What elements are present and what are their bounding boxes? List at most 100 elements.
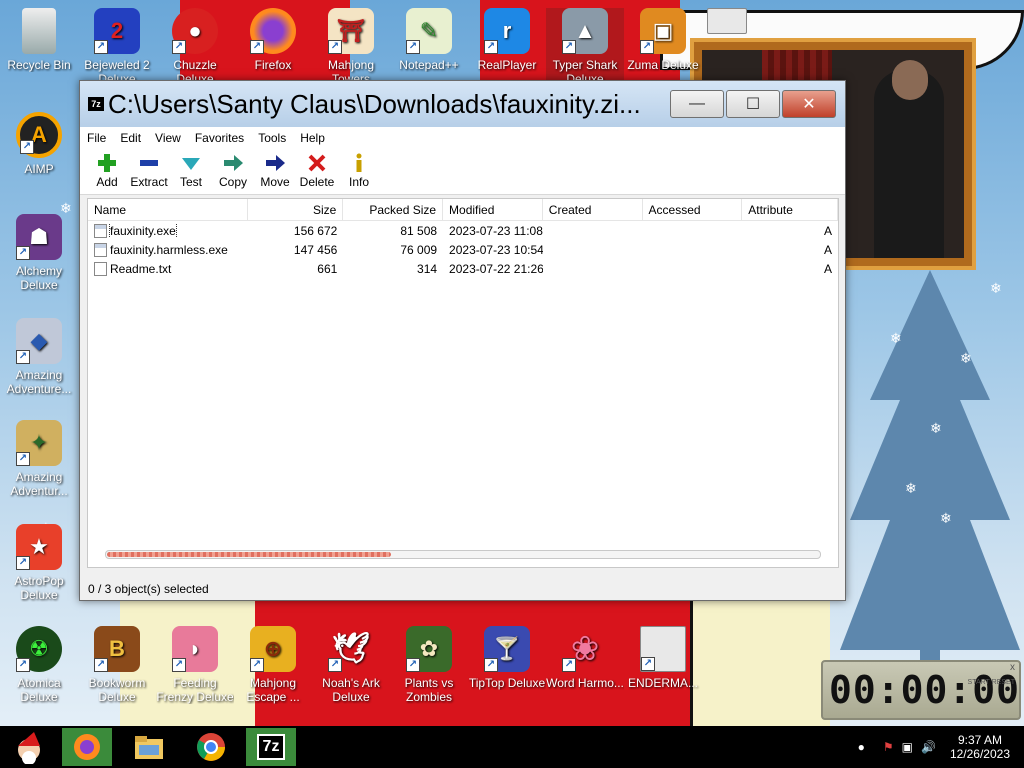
- chrome-icon: [197, 733, 225, 761]
- file-size: 156 672: [293, 223, 338, 238]
- desktop-icon-feeding-frenzy[interactable]: ◗ ↗ Feeding Frenzy Deluxe: [156, 626, 234, 704]
- snowflake: ❄: [940, 510, 952, 526]
- flag-icon[interactable]: ⚑: [883, 740, 894, 754]
- timer-close-icon[interactable]: x: [1010, 662, 1015, 673]
- file-name: fauxinity.harmless.exe: [110, 242, 228, 257]
- status-bar: 0 / 3 object(s) selected: [88, 582, 209, 596]
- desktop-icon-enderma-top[interactable]: [702, 8, 752, 38]
- taskbar-7zip[interactable]: 7z: [246, 728, 296, 766]
- desktop-icon-enderma[interactable]: ↗ ENDERMA...: [624, 626, 702, 690]
- file-attribute: A: [823, 261, 832, 276]
- menu-help[interactable]: Help: [293, 131, 332, 145]
- taskbar-file-explorer[interactable]: [124, 728, 174, 766]
- astropop-icon: ★ ↗: [16, 524, 62, 570]
- column-header-packed-size[interactable]: Packed Size: [343, 199, 444, 220]
- menu-favorites[interactable]: Favorites: [188, 131, 251, 145]
- desktop-icon-notepadpp[interactable]: ✎ ↗ Notepad++: [390, 8, 468, 72]
- taskbar-firefox[interactable]: [62, 728, 112, 766]
- menu-tools[interactable]: Tools: [251, 131, 293, 145]
- column-header-created[interactable]: Created: [543, 199, 643, 220]
- test-button[interactable]: Test: [170, 149, 212, 189]
- horizontal-scrollbar[interactable]: [105, 550, 821, 559]
- mahjong-tile-icon: ⊕ ↗: [250, 626, 296, 672]
- column-header-accessed[interactable]: Accessed: [643, 199, 743, 220]
- notification-dot-icon[interactable]: ●: [858, 740, 865, 754]
- move-button[interactable]: Move: [254, 149, 296, 189]
- sevenzip-app-icon: 7z: [88, 97, 104, 111]
- flower-icon: ✿ ↗: [406, 626, 452, 672]
- table-row[interactable]: fauxinity.harmless.exe 147 456 76 009 20…: [88, 240, 838, 259]
- system-tray: ● ⚑ ▣ 🔊 9:37 AM 12/26/2023: [858, 726, 1010, 768]
- table-row[interactable]: Readme.txt 661 314 2023-07-22 21:26 A: [88, 259, 838, 278]
- maximize-button[interactable]: ☐: [726, 90, 780, 118]
- exe-file-icon: [94, 242, 107, 257]
- close-button[interactable]: ✕: [782, 90, 836, 118]
- desktop-icon-aimp[interactable]: A ↗ AIMP: [0, 112, 78, 176]
- table-row[interactable]: fauxinity.exe 156 672 81 508 2023-07-23 …: [88, 221, 838, 240]
- desktop-icon-recycle-bin[interactable]: Recycle Bin: [0, 8, 78, 72]
- scrollbar-thumb[interactable]: [107, 552, 391, 557]
- column-header-modified[interactable]: Modified: [443, 199, 543, 220]
- menu-view[interactable]: View: [148, 131, 188, 145]
- desktop-icon-alchemy[interactable]: ☗ ↗ Alchemy Deluxe: [0, 214, 78, 292]
- add-button[interactable]: Add: [86, 149, 128, 189]
- fish-icon: ◗ ↗: [172, 626, 218, 672]
- snowflake: ❄: [930, 420, 942, 436]
- desktop-icon-typer-shark[interactable]: ▲ ↗ Typer Shark Deluxe: [546, 8, 624, 86]
- column-header-attribute[interactable]: Attribute: [742, 199, 838, 220]
- file-list[interactable]: Name Size Packed Size Modified Created A…: [87, 198, 839, 568]
- desktop-icon-chuzzle[interactable]: ● ↗ Chuzzle Deluxe: [156, 8, 234, 86]
- text-file-icon: [94, 261, 107, 276]
- countdown-timer-widget[interactable]: 00:00:00 START RESET x: [821, 660, 1021, 720]
- plus-icon: [86, 151, 128, 175]
- info-icon: [338, 151, 380, 175]
- compass-icon: ✦ ↗: [16, 420, 62, 466]
- copy-button[interactable]: Copy: [212, 149, 254, 189]
- file-modified: 2023-07-22 21:26: [449, 261, 543, 276]
- file-attribute: A: [823, 242, 832, 257]
- start-button[interactable]: [4, 728, 54, 766]
- desktop-icon-bejeweled[interactable]: 2 ↗ Bejeweled 2 Deluxe: [78, 8, 156, 86]
- desktop-icon-mahjong-escape[interactable]: ⊕ ↗ Mahjong Escape ...: [234, 626, 312, 704]
- info-button[interactable]: Info: [338, 149, 380, 189]
- minimize-button[interactable]: —: [670, 90, 724, 118]
- extract-button[interactable]: Extract: [128, 149, 170, 189]
- santa-icon: [18, 732, 40, 764]
- desktop-icon-amazing-adventures-1[interactable]: ◆ ↗ Amazing Adventure...: [0, 318, 78, 396]
- menu-file[interactable]: File: [80, 131, 113, 145]
- column-headers: Name Size Packed Size Modified Created A…: [88, 199, 838, 221]
- delete-button[interactable]: Delete: [296, 149, 338, 189]
- column-header-size[interactable]: Size: [248, 199, 344, 220]
- clock[interactable]: 9:37 AM 12/26/2023: [950, 733, 1010, 761]
- file-name: Readme.txt: [110, 261, 172, 276]
- desktop-icon-realplayer[interactable]: r ↗ RealPlayer: [468, 8, 546, 72]
- file-packed-size: 81 508: [400, 223, 438, 238]
- network-icon[interactable]: ▣: [902, 740, 913, 754]
- desktop-icon-plants-vs-zombies[interactable]: ✿ ↗ Plants vs Zombies: [390, 626, 468, 704]
- desktop-icon-firefox[interactable]: ↗ Firefox: [234, 8, 312, 72]
- desktop-icon-tiptop[interactable]: 🍸 ↗ TipTop Deluxe: [468, 626, 546, 690]
- snowflake: ❄: [990, 280, 1002, 296]
- desktop-icon-mahjong-towers[interactable]: ⛩↗ Mahjong Towers Eternity: [312, 8, 390, 88]
- desktop-icon-bookworm[interactable]: B ↗ Bookworm Deluxe: [78, 626, 156, 704]
- desktop-icon-word-harmony[interactable]: ❀ ↗ Word Harmo...: [546, 626, 624, 690]
- desktop-icon-amazing-adventures-2[interactable]: ✦ ↗ Amazing Adventur...: [0, 420, 78, 498]
- desktop-icon-zuma[interactable]: ▣ ↗ Zuma Deluxe: [624, 8, 702, 72]
- timer-controls[interactable]: START RESET: [968, 678, 1015, 688]
- desktop-icon-noahs-ark[interactable]: 🕊 ↗ Noah's Ark Deluxe: [312, 626, 390, 705]
- dove-icon: 🕊 ↗: [328, 626, 374, 672]
- column-header-name[interactable]: Name: [88, 199, 248, 220]
- file-modified: 2023-07-23 10:54: [449, 242, 543, 257]
- title-bar[interactable]: 7z C:\Users\Santy Claus\Downloads\fauxin…: [80, 81, 845, 127]
- exe-file-icon: [94, 223, 107, 238]
- wizard-icon: ☗ ↗: [16, 214, 62, 260]
- pine-tree: [840, 270, 1020, 690]
- timer-display: 00:00:00: [829, 668, 1021, 712]
- taskbar-chrome[interactable]: [186, 728, 236, 766]
- volume-icon[interactable]: 🔊: [921, 740, 936, 754]
- menu-bar: File Edit View Favorites Tools Help: [80, 127, 845, 149]
- desktop-icon-atomica[interactable]: ☢ ↗ Atomica Deluxe: [0, 626, 78, 704]
- menu-edit[interactable]: Edit: [113, 131, 148, 145]
- desktop-icon-astropop[interactable]: ★ ↗ AstroPop Deluxe: [0, 524, 78, 602]
- chuzzle-icon: ● ↗: [172, 8, 218, 54]
